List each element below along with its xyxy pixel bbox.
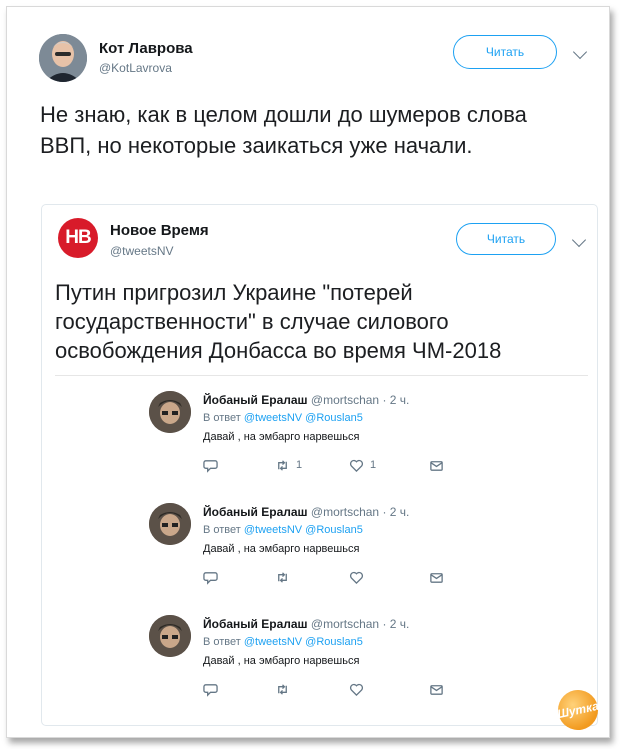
reply-tweet[interactable]: Йобаный Ералаш @mortschan · 2 ч. В ответ… <box>142 385 542 493</box>
avatar[interactable] <box>149 615 191 657</box>
heart-icon[interactable]: 1 <box>349 457 376 473</box>
reply-text: Давай , на эмбарго нарвешься <box>203 655 360 667</box>
message-icon[interactable] <box>429 569 444 585</box>
reply-icon[interactable] <box>203 681 218 697</box>
reply-to: В ответ @tweetsNV @Rouslan5 <box>203 412 363 424</box>
tweet-text: Не знаю, как в целом дошли до шумеров сл… <box>40 102 527 158</box>
like-count: 1 <box>370 459 377 471</box>
retweet-icon[interactable] <box>275 569 296 585</box>
action-bar <box>203 569 453 589</box>
action-bar: 1 1 <box>203 457 453 477</box>
quoted-author-handle[interactable]: @tweetsNV <box>110 244 174 258</box>
retweet-icon[interactable]: 1 <box>275 457 302 473</box>
mention-link[interactable]: @tweetsNV @Rouslan5 <box>244 524 363 536</box>
author-avatar[interactable] <box>39 34 87 82</box>
avatar[interactable] <box>149 391 191 433</box>
author-handle[interactable]: @KotLavrova <box>99 61 172 75</box>
message-icon[interactable] <box>429 457 444 473</box>
reply-to: В ответ @tweetsNV @Rouslan5 <box>203 524 363 536</box>
quoted-follow-button[interactable]: Читать <box>456 223 556 255</box>
quoted-tweet-text: Путин пригрозил Украине "потерей государ… <box>55 280 502 363</box>
avatar[interactable] <box>149 503 191 545</box>
quoted-author-name[interactable]: Новое Время <box>110 222 209 239</box>
reply-author[interactable]: Йобаный Ералаш @mortschan · 2 ч. <box>203 393 409 407</box>
follow-button[interactable]: Читать <box>453 35 557 69</box>
reply-icon[interactable] <box>203 569 218 585</box>
message-icon[interactable] <box>429 681 444 697</box>
mention-link[interactable]: @tweetsNV @Rouslan5 <box>244 412 363 424</box>
chevron-down-icon[interactable] <box>572 44 588 60</box>
reply-text: Давай , на эмбарго нарвешься <box>203 431 360 443</box>
reply-icon[interactable] <box>203 457 218 473</box>
retweet-count: 1 <box>296 459 303 471</box>
action-bar <box>203 681 453 701</box>
reply-tweet[interactable]: Йобаный Ералаш @mortschan · 2 ч. В ответ… <box>142 497 542 605</box>
quoted-tweet-card[interactable]: НВ Новое Время @tweetsNV Читать Путин пр… <box>41 204 598 726</box>
chevron-down-icon[interactable] <box>571 232 587 248</box>
reply-to: В ответ @tweetsNV @Rouslan5 <box>203 636 363 648</box>
heart-icon[interactable] <box>349 569 370 585</box>
reply-tweet[interactable]: Йобаный Ералаш @mortschan · 2 ч. В ответ… <box>142 609 542 717</box>
nv-logo[interactable]: НВ <box>58 218 98 258</box>
reply-author[interactable]: Йобаный Ералаш @mortschan · 2 ч. <box>203 505 409 519</box>
mention-link[interactable]: @tweetsNV @Rouslan5 <box>244 636 363 648</box>
reply-author[interactable]: Йобаный Ералаш @mortschan · 2 ч. <box>203 617 409 631</box>
reply-text: Давай , на эмбарго нарвешься <box>203 543 360 555</box>
author-name[interactable]: Кот Лаврова <box>99 40 193 57</box>
retweet-icon[interactable] <box>275 681 296 697</box>
heart-icon[interactable] <box>349 681 370 697</box>
divider <box>55 375 588 376</box>
tweet-frame: Кот Лаврова @KotLavrova Читать Не знаю, … <box>6 6 610 738</box>
